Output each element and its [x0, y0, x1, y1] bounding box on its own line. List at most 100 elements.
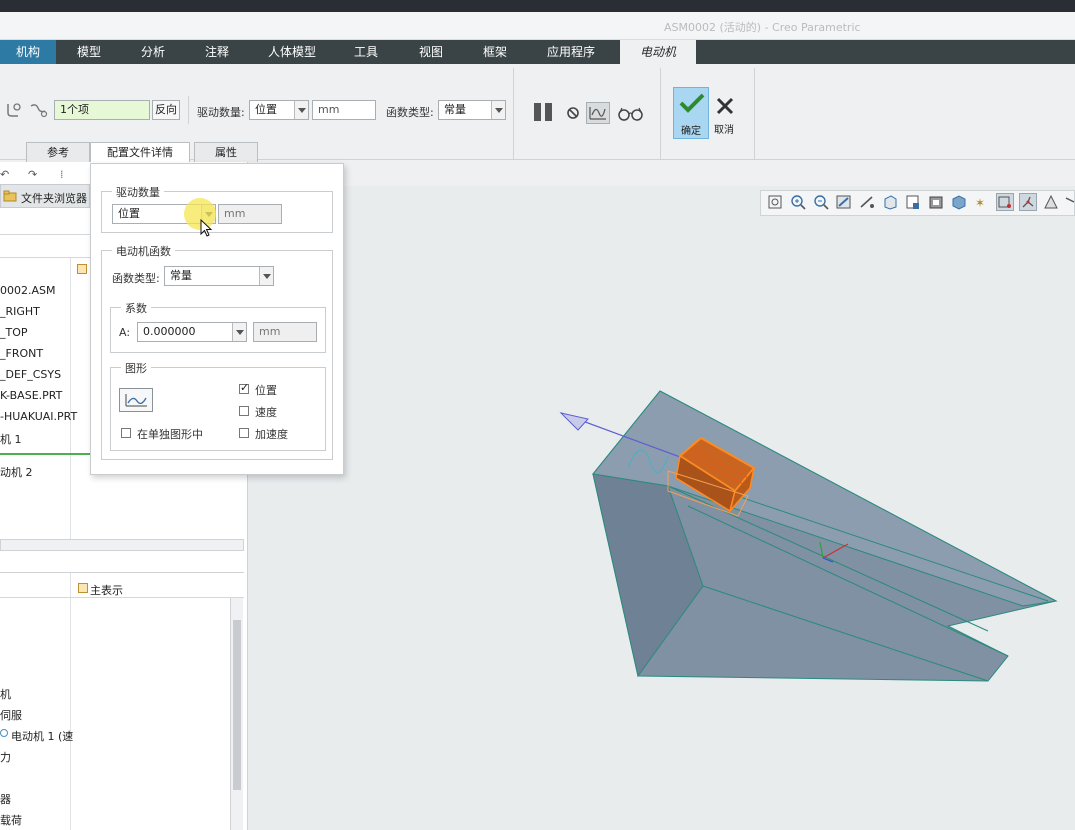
point-display-icon[interactable] [1042, 193, 1060, 211]
tab-view[interactable]: 视图 [398, 40, 464, 64]
zoom-in-icon[interactable] [789, 193, 807, 211]
drive-unit-field: mm [218, 204, 282, 224]
coefficient-group: 系数 A: 0.000000 mm [110, 300, 326, 353]
tab-mechanism[interactable]: 机构 [0, 40, 56, 64]
drive-unit-field: mm [312, 100, 376, 120]
reverse-button[interactable]: 反向 [152, 100, 180, 120]
zoom-out-icon[interactable] [812, 193, 830, 211]
tree-item[interactable]: 机 1 [0, 431, 22, 447]
velocity-checkbox[interactable] [239, 406, 249, 416]
profile-details-popup: 驱动数量 位置 mm 电动机函数 函数类型: 常量 系数 A: 0.000000… [90, 163, 344, 475]
cancel-button[interactable]: 取消 [712, 87, 740, 139]
tab-frame[interactable]: 框架 [464, 40, 526, 64]
separator [660, 68, 661, 160]
cancel-label: 取消 [714, 125, 734, 136]
drive-qty-select[interactable]: 位置 [249, 100, 309, 120]
tree-item[interactable]: 器 [0, 791, 11, 807]
tab-annotate[interactable]: 注释 [184, 40, 250, 64]
chevron-down-icon[interactable] [491, 101, 505, 119]
tree-item[interactable]: -HUAKUAI.PRT [0, 410, 77, 423]
tree-item[interactable]: _RIGHT [0, 305, 40, 318]
func-type-value: 常量 [444, 103, 466, 116]
scrollbar-thumb[interactable] [233, 620, 241, 790]
repaint-icon[interactable] [835, 193, 853, 211]
drive-qty-label: 驱动数量: [197, 106, 245, 119]
tree-item[interactable]: _TOP [0, 326, 28, 339]
reference-field[interactable]: 1个项 [54, 100, 150, 120]
separator [513, 68, 514, 160]
tree-item[interactable]: 伺服 [0, 707, 22, 723]
coef-value: 0.000000 [143, 325, 196, 338]
func-type-select[interactable]: 常量 [438, 100, 506, 120]
coef-a-input[interactable]: 0.000000 [137, 322, 247, 342]
glasses-icon[interactable] [617, 105, 645, 121]
tree-item[interactable]: 动机 2 [0, 464, 33, 480]
undo-icon[interactable]: ↶ [0, 168, 9, 181]
motor-icon [0, 729, 8, 737]
disable-icon[interactable] [566, 106, 580, 120]
spin-center-icon[interactable] [858, 193, 876, 211]
plane-display-icon[interactable] [996, 193, 1014, 211]
folder-browser-tab[interactable]: 文件夹浏览器 [0, 184, 90, 208]
coef-label: A: [119, 326, 131, 339]
display-style-icon[interactable] [950, 193, 968, 211]
vertical-scrollbar[interactable] [230, 598, 243, 830]
position-checkbox[interactable] [239, 381, 249, 394]
func-type-label: 函数类型: [112, 272, 160, 285]
tree-settings-icon[interactable]: ⁞ [60, 168, 64, 181]
tab-properties[interactable]: 属性 [194, 142, 258, 162]
refit-icon[interactable] [766, 193, 784, 211]
main-rep-label: 主表示 [90, 584, 123, 597]
tree-item[interactable]: 力 [0, 749, 11, 765]
acceleration-checkbox[interactable] [239, 428, 249, 438]
tab-human-model[interactable]: 人体模型 [250, 40, 334, 64]
chevron-down-icon[interactable] [232, 323, 246, 341]
tree-item[interactable]: K-BASE.PRT [0, 389, 62, 402]
tab-references[interactable]: 参考 [26, 142, 90, 162]
position-label: 位置 [255, 384, 277, 397]
folder-browser-label: 文件夹浏览器 [21, 192, 87, 205]
plot-graph-button[interactable] [119, 388, 153, 412]
os-top-bar [0, 0, 1075, 12]
tree-item[interactable]: 载荷 [0, 812, 22, 828]
undo-redo-toolbar: ↶ ↷ ⁞ [0, 168, 90, 182]
tree-item[interactable]: 电动机 1 (速 [11, 728, 73, 744]
tab-tools[interactable]: 工具 [334, 40, 398, 64]
drive-group-title: 驱动数量 [112, 184, 164, 200]
chevron-down-icon[interactable] [259, 267, 273, 285]
tab-profile-details[interactable]: 配置文件详情 [90, 142, 190, 164]
horizontal-scrollbar[interactable] [0, 539, 244, 551]
insert-marker [0, 453, 90, 455]
tree-item[interactable]: _DEF_CSYS [0, 368, 61, 381]
perspective-icon[interactable] [927, 193, 945, 211]
direction-icon[interactable] [28, 101, 48, 119]
csys-display-icon[interactable] [1064, 193, 1075, 211]
tab-motor[interactable]: 电动机 [620, 40, 696, 64]
tab-analysis[interactable]: 分析 [122, 40, 184, 64]
annotation-display-icon[interactable]: ✶ [973, 193, 991, 211]
axis-display-icon[interactable] [1019, 193, 1037, 211]
drive-quantity-group: 驱动数量 位置 mm [101, 184, 333, 233]
view-manager-icon[interactable] [904, 193, 922, 211]
select-reference-icon[interactable] [4, 101, 24, 119]
graph-group: 图形 在单独图形中 位置 速度 加速度 [110, 360, 326, 451]
chevron-down-icon[interactable] [294, 101, 308, 119]
ok-button[interactable]: 确定 [673, 87, 709, 139]
separate-graph-checkbox[interactable] [121, 428, 131, 438]
func-type-select[interactable]: 常量 [164, 266, 274, 286]
graphics-viewport[interactable] [248, 186, 1075, 830]
profile-graph-icon[interactable] [586, 102, 610, 124]
tab-applications[interactable]: 应用程序 [526, 40, 616, 64]
redo-icon[interactable]: ↷ [28, 168, 37, 181]
graph-icon [125, 394, 147, 407]
tree-item[interactable]: 0002.ASM [0, 284, 56, 297]
tab-model[interactable]: 模型 [56, 40, 122, 64]
saved-views-icon[interactable] [881, 193, 899, 211]
main-rep-icon [78, 583, 88, 593]
pause-icon[interactable] [532, 102, 556, 122]
tree-item[interactable]: _FRONT [0, 347, 43, 360]
coef-title: 系数 [121, 300, 151, 316]
tree-item[interactable]: 机 [0, 686, 11, 702]
column-header-icon [77, 264, 87, 274]
3d-model-view [559, 390, 1058, 682]
